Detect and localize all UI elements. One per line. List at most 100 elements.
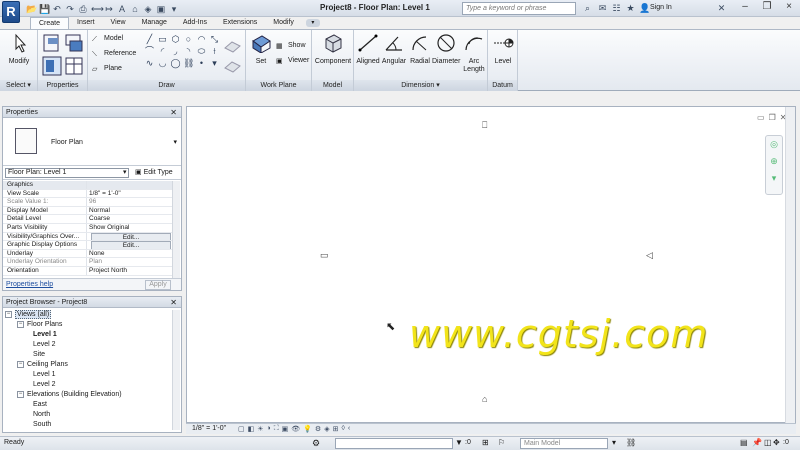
ribbon-toggle-button[interactable]: ▾ [305,19,320,27]
search-input[interactable]: Type a keyword or phrase [462,2,576,15]
family-types-icon[interactable] [64,33,84,53]
browser-tree-node[interactable]: Level 2 [5,340,122,350]
temporary-properties-icon[interactable]: ⚙ [315,425,321,433]
close-browser-button[interactable]: ✕ [170,297,177,308]
browser-tree-node[interactable]: − Ceiling Plans [5,360,122,370]
binoculars-icon[interactable]: ⌕ [582,3,593,14]
favorites-icon[interactable]: ★ [625,3,636,14]
browser-tree-node[interactable]: Level 2 [5,380,122,390]
tab-insert[interactable]: Insert [69,17,103,29]
view-scale[interactable]: 1/8" = 1'-0" [192,425,226,432]
select-by-face-icon[interactable]: ◫ [764,438,772,447]
west-elevation-marker-icon[interactable]: ▭ [320,250,329,261]
browser-tree-node[interactable]: Level 1 [5,330,122,340]
worksets-icon[interactable]: ⚙ [312,438,320,449]
browser-tree-node[interactable]: − Floor Plans [5,320,122,330]
arc-length-dimension-button[interactable]: Arc Length [460,33,488,74]
component-button[interactable]: Component [314,33,352,66]
rectangle-icon[interactable]: ▭ [157,34,168,44]
browser-tree-node[interactable]: − Elevations (Building Elevation) [5,390,122,400]
analytical-model-icon[interactable]: ◊ [341,425,344,433]
property-value[interactable]: None [87,250,173,258]
property-value[interactable]: Edit... [87,241,173,249]
circle-icon[interactable]: ○ [183,34,194,44]
browser-tree-node[interactable]: − Views (all) [5,310,122,320]
east-elevation-marker-icon[interactable]: ◁ [646,250,653,261]
worksharing-icon[interactable]: ◈ [324,425,329,433]
sun-path-icon[interactable]: ☀ [257,425,263,433]
apply-button[interactable]: Apply [145,280,171,290]
select-pinned-icon[interactable]: 📌 [752,438,762,447]
measure-icon[interactable]: ⟷ [91,4,104,14]
workset-selector[interactable] [335,438,453,449]
ellipse-arc-icon[interactable]: ◡ [157,58,168,68]
minimize-button[interactable]: – [734,0,756,14]
shadows-icon[interactable]: ◑ [267,425,271,433]
steering-wheel-icon[interactable]: ◎ [768,139,780,153]
more-draw-icon[interactable]: ▾ [209,58,220,68]
dimension-icon[interactable]: ↦ [104,4,114,14]
properties-icon[interactable] [42,56,62,76]
pick-icon[interactable]: ⤡ [209,34,220,44]
select-underlay-icon[interactable]: ▤ [740,438,748,447]
property-value[interactable]: Edit... [87,232,173,241]
properties-scrollbar[interactable] [172,181,180,281]
communication-center-icon[interactable]: ☷ [611,3,622,14]
browser-tree-node[interactable]: Site [5,350,122,360]
application-menu-button[interactable]: R [2,1,20,23]
tab-extensions[interactable]: Extensions [215,17,265,29]
model-line-button[interactable]: ⟋ Model [92,34,123,44]
print-icon[interactable]: ⎙ [78,4,88,14]
reference-plane-button[interactable]: ▱ Plane [92,64,122,74]
spline-icon[interactable]: ∿ [144,58,155,68]
maximize-button[interactable]: ❐ [756,0,778,14]
pick-lines-icon[interactable]: ⟊ [209,46,220,56]
browser-tree-node[interactable]: South [5,420,122,430]
close-button[interactable]: × [778,0,800,14]
edit-type-button[interactable]: ▣ Edit Type [135,168,173,176]
type-dropdown-icon[interactable]: ▾ [173,138,177,146]
panel-dimension-label[interactable]: Dimension ▾ [354,80,487,91]
save-icon[interactable]: 💾 [39,4,50,14]
property-value[interactable]: Project North [87,267,173,275]
tab-view[interactable]: View [103,17,134,29]
sign-in-link[interactable]: Sign In [650,4,672,11]
view-bar-end-icon[interactable]: ‹ [348,425,350,433]
show-crop-icon[interactable]: ▣ [282,425,289,433]
tab-add-ins[interactable]: Add-Ins [175,17,215,29]
diameter-dimension-button[interactable]: Diameter [432,33,460,66]
undo-icon[interactable]: ↶ [52,4,62,14]
tangent-arc-icon[interactable]: ◝ [183,46,194,56]
north-elevation-marker-icon[interactable]: ⎕ [482,120,487,131]
drag-elements-icon[interactable]: ✥ [773,438,780,447]
select-links-icon[interactable]: ⛓ [626,438,636,447]
arc-start-end-icon[interactable]: ⌒ [144,46,155,56]
collapse-toggle-icon[interactable]: − [17,360,24,368]
ellipse-icon[interactable]: ⬭ [196,46,207,56]
temporary-hide-icon[interactable]: 👁 [291,425,300,433]
3d-icon[interactable]: ⌂ [130,4,140,14]
canvas-scrollbar[interactable] [785,107,795,423]
exclude-options-icon[interactable]: ▾ [612,438,616,447]
extrusion-icons[interactable] [222,34,242,78]
restore-view-icon[interactable]: ▭ [757,113,765,125]
detail-level-icon[interactable]: ▢ [238,425,245,433]
browser-tree-node[interactable]: East [5,400,122,410]
collapse-toggle-icon[interactable]: − [5,310,12,318]
close-views-icon[interactable]: ▣ [156,4,166,14]
design-option-selector[interactable]: Main Model [520,438,608,449]
filter-selection-icon[interactable]: ▼ [455,438,463,447]
browser-tree-node[interactable]: Level 1 [5,370,122,380]
switch-windows-icon[interactable]: ▾ [169,4,179,14]
drawing-canvas[interactable]: ⎕ ▭ ◁ ⌂ www.cgtsj.com ⬉ ▭ ❐ ✕ ◎ ⊕ ▾ [186,106,796,423]
property-edit-button[interactable]: Edit... [91,232,171,241]
section-icon[interactable]: ◈ [143,4,153,14]
point-icon[interactable]: • [196,58,207,68]
view-maximize-icon[interactable]: ❐ [769,113,776,125]
open-icon[interactable]: 📂 [26,4,37,14]
polygon-icon[interactable]: ⬡ [170,34,181,44]
visual-style-icon[interactable]: ◧ [248,425,255,433]
exchange-apps-icon[interactable]: ✕ [716,3,727,14]
aligned-dimension-button[interactable]: Aligned [355,33,381,66]
arc-center-icon[interactable]: ◜ [157,46,168,56]
